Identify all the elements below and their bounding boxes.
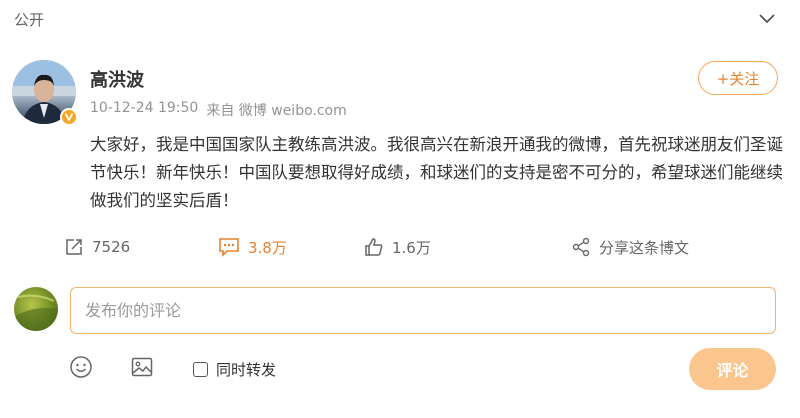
post-timestamp[interactable]: 10-12-24 19:50 [90,100,198,120]
emoji-button[interactable] [68,354,94,380]
follow-button[interactable]: +关注 [698,61,778,95]
chevron-down-icon [759,14,775,24]
repost-checkbox-label: 同时转发 [216,361,277,379]
top-bar: 公开 [0,0,800,40]
repost-button[interactable]: 7526 [64,232,130,262]
image-icon [131,357,153,377]
comment-count: 3.8万 [248,238,287,257]
checkbox-box[interactable] [193,362,208,377]
comment-input[interactable] [70,287,776,334]
post-meta: 10-12-24 19:50 来自 微博 weibo.com [90,100,347,120]
thumbs-up-icon [365,238,383,256]
post-source: 来自 微博 weibo.com [206,103,347,119]
repost-checkbox[interactable]: 同时转发 [193,359,276,380]
emoji-icon [70,356,92,378]
post-text: 大家好，我是中国国家队主教练高洪波。我很高兴在新浪开通我的微博，首先祝球迷朋友们… [90,135,783,210]
author-avatar[interactable] [12,60,78,126]
comment-icon [219,238,239,257]
image-upload-button[interactable] [129,354,155,380]
like-count: 1.6万 [392,238,431,257]
repost-count: 7526 [92,238,131,256]
action-bar: 7526 3.8万 1.6万 分享这条博文 [0,232,800,262]
share-icon [572,237,590,257]
verified-badge-icon [60,108,78,126]
comment-button[interactable]: 3.8万 [218,232,287,262]
collapse-button[interactable] [756,8,778,30]
share-button[interactable]: 分享这条博文 [571,232,689,262]
author-name[interactable]: 高洪波 [90,66,144,92]
submit-comment-button[interactable]: 评论 [689,348,776,390]
like-button[interactable]: 1.6万 [364,232,431,262]
visibility-label: 公开 [14,11,45,29]
current-user-avatar[interactable] [14,287,58,331]
share-label: 分享这条博文 [599,238,690,257]
repost-icon [66,239,82,255]
